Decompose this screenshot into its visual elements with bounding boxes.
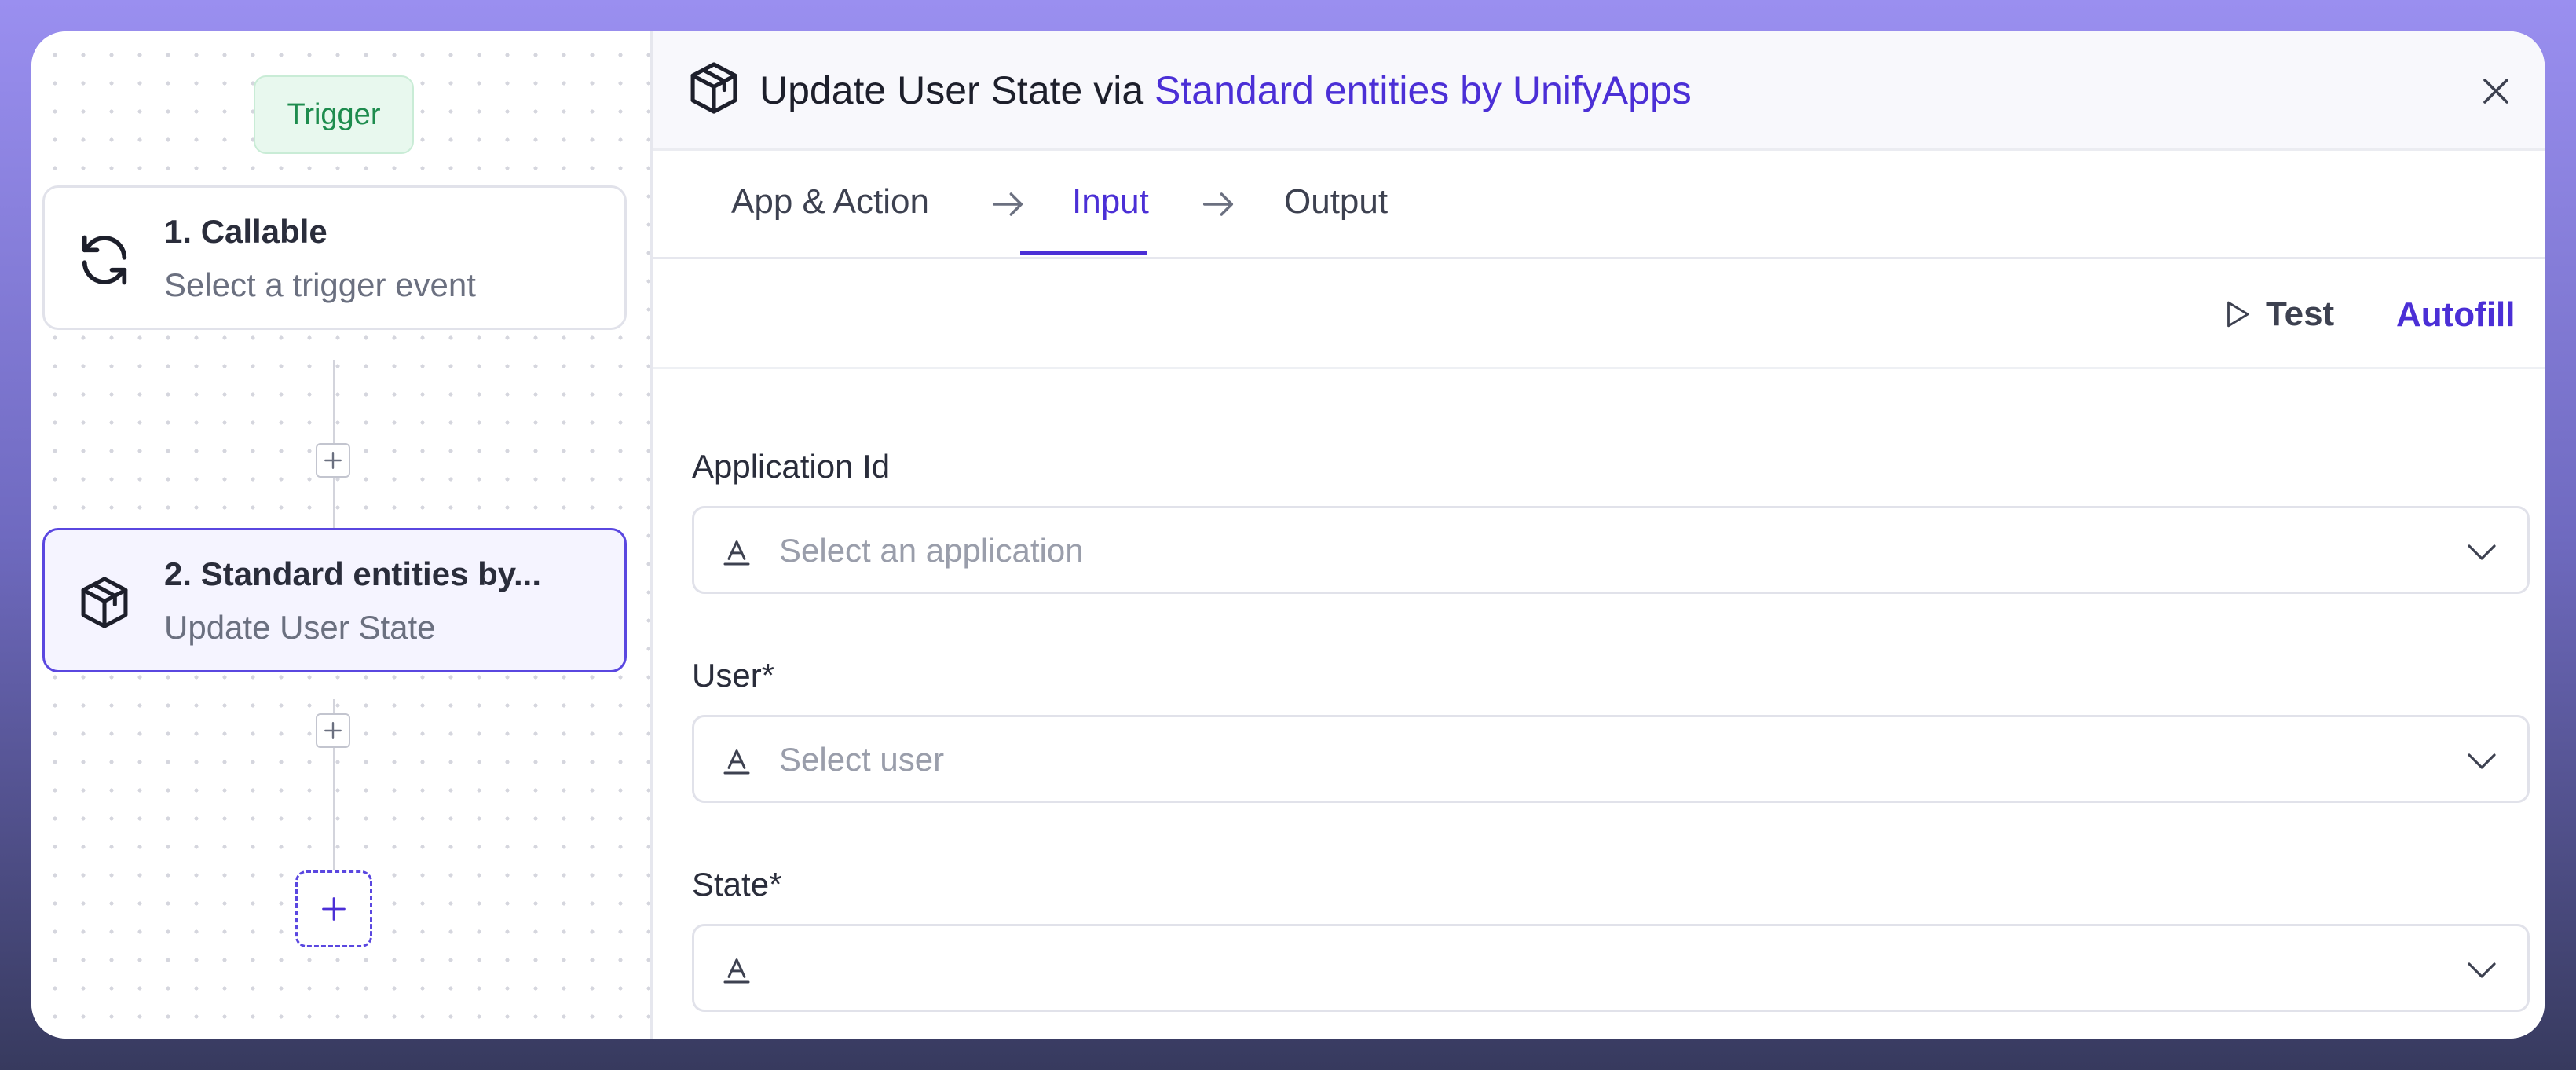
test-button-label: Test xyxy=(2266,295,2335,333)
play-icon xyxy=(2227,301,2249,328)
node-title: 2. Standard entities by... xyxy=(164,555,542,592)
tab-input[interactable]: Input xyxy=(1072,182,1149,222)
chevron-down-icon xyxy=(2468,962,2496,978)
text-type-icon xyxy=(723,540,750,566)
panel-header: Update User State via Standard entities … xyxy=(653,31,2545,151)
tab-output[interactable]: Output xyxy=(1284,182,1388,222)
field-label-application-id: Application Id xyxy=(692,448,891,485)
field-label-user: User* xyxy=(692,657,775,694)
chevron-down-icon xyxy=(2468,544,2496,560)
node-title: 1. Callable xyxy=(164,213,327,250)
flow-canvas[interactable]: Trigger 1. Callable Select a trigger eve… xyxy=(31,31,653,1039)
close-icon[interactable] xyxy=(2477,72,2515,110)
text-type-icon xyxy=(723,749,750,775)
panel-title-app-link[interactable]: Standard entities by UnifyApps xyxy=(1154,68,1692,112)
select-placeholder: Select an application xyxy=(779,532,1084,569)
test-button[interactable]: Test xyxy=(2220,291,2334,338)
field-label-state: State* xyxy=(692,866,782,903)
panel-title-prefix: Update User State via xyxy=(759,68,1144,112)
refresh-icon xyxy=(82,235,127,285)
node-subtitle: Update User State xyxy=(164,609,436,646)
text-type-icon xyxy=(723,958,750,984)
add-step-button[interactable] xyxy=(316,443,350,478)
package-icon xyxy=(690,62,737,114)
chevron-down-icon xyxy=(2468,753,2496,769)
panel-title: Update User State via Standard entities … xyxy=(759,68,1692,113)
package-icon xyxy=(81,577,128,628)
plus-icon xyxy=(322,897,346,921)
tab-app-action[interactable]: App & Action xyxy=(731,182,929,222)
arrow-right-icon xyxy=(992,192,1023,216)
plus-icon xyxy=(324,722,342,739)
state-select[interactable] xyxy=(692,924,2530,1012)
select-placeholder: Select user xyxy=(779,741,945,778)
trigger-badge: Trigger xyxy=(254,75,414,154)
app-window: Trigger 1. Callable Select a trigger eve… xyxy=(31,31,2545,1039)
action-bar: Test Autofill xyxy=(653,259,2545,369)
autofill-button[interactable]: Autofill xyxy=(2396,295,2516,335)
node-subtitle: Select a trigger event xyxy=(164,266,476,303)
add-node-button[interactable] xyxy=(295,870,372,947)
add-step-button[interactable] xyxy=(316,713,350,748)
step-tabs: App & Action Input Output xyxy=(653,151,2545,259)
active-tab-indicator xyxy=(1020,251,1147,255)
user-select[interactable]: Select user xyxy=(692,715,2530,803)
arrow-right-icon xyxy=(1202,192,1234,216)
step-config-panel: Update User State via Standard entities … xyxy=(653,31,2545,1039)
application-id-select[interactable]: Select an application xyxy=(692,506,2530,594)
flow-node-standard-entities[interactable]: 2. Standard entities by... Update User S… xyxy=(42,528,627,672)
plus-icon xyxy=(324,452,342,469)
flow-node-callable[interactable]: 1. Callable Select a trigger event xyxy=(42,185,627,330)
